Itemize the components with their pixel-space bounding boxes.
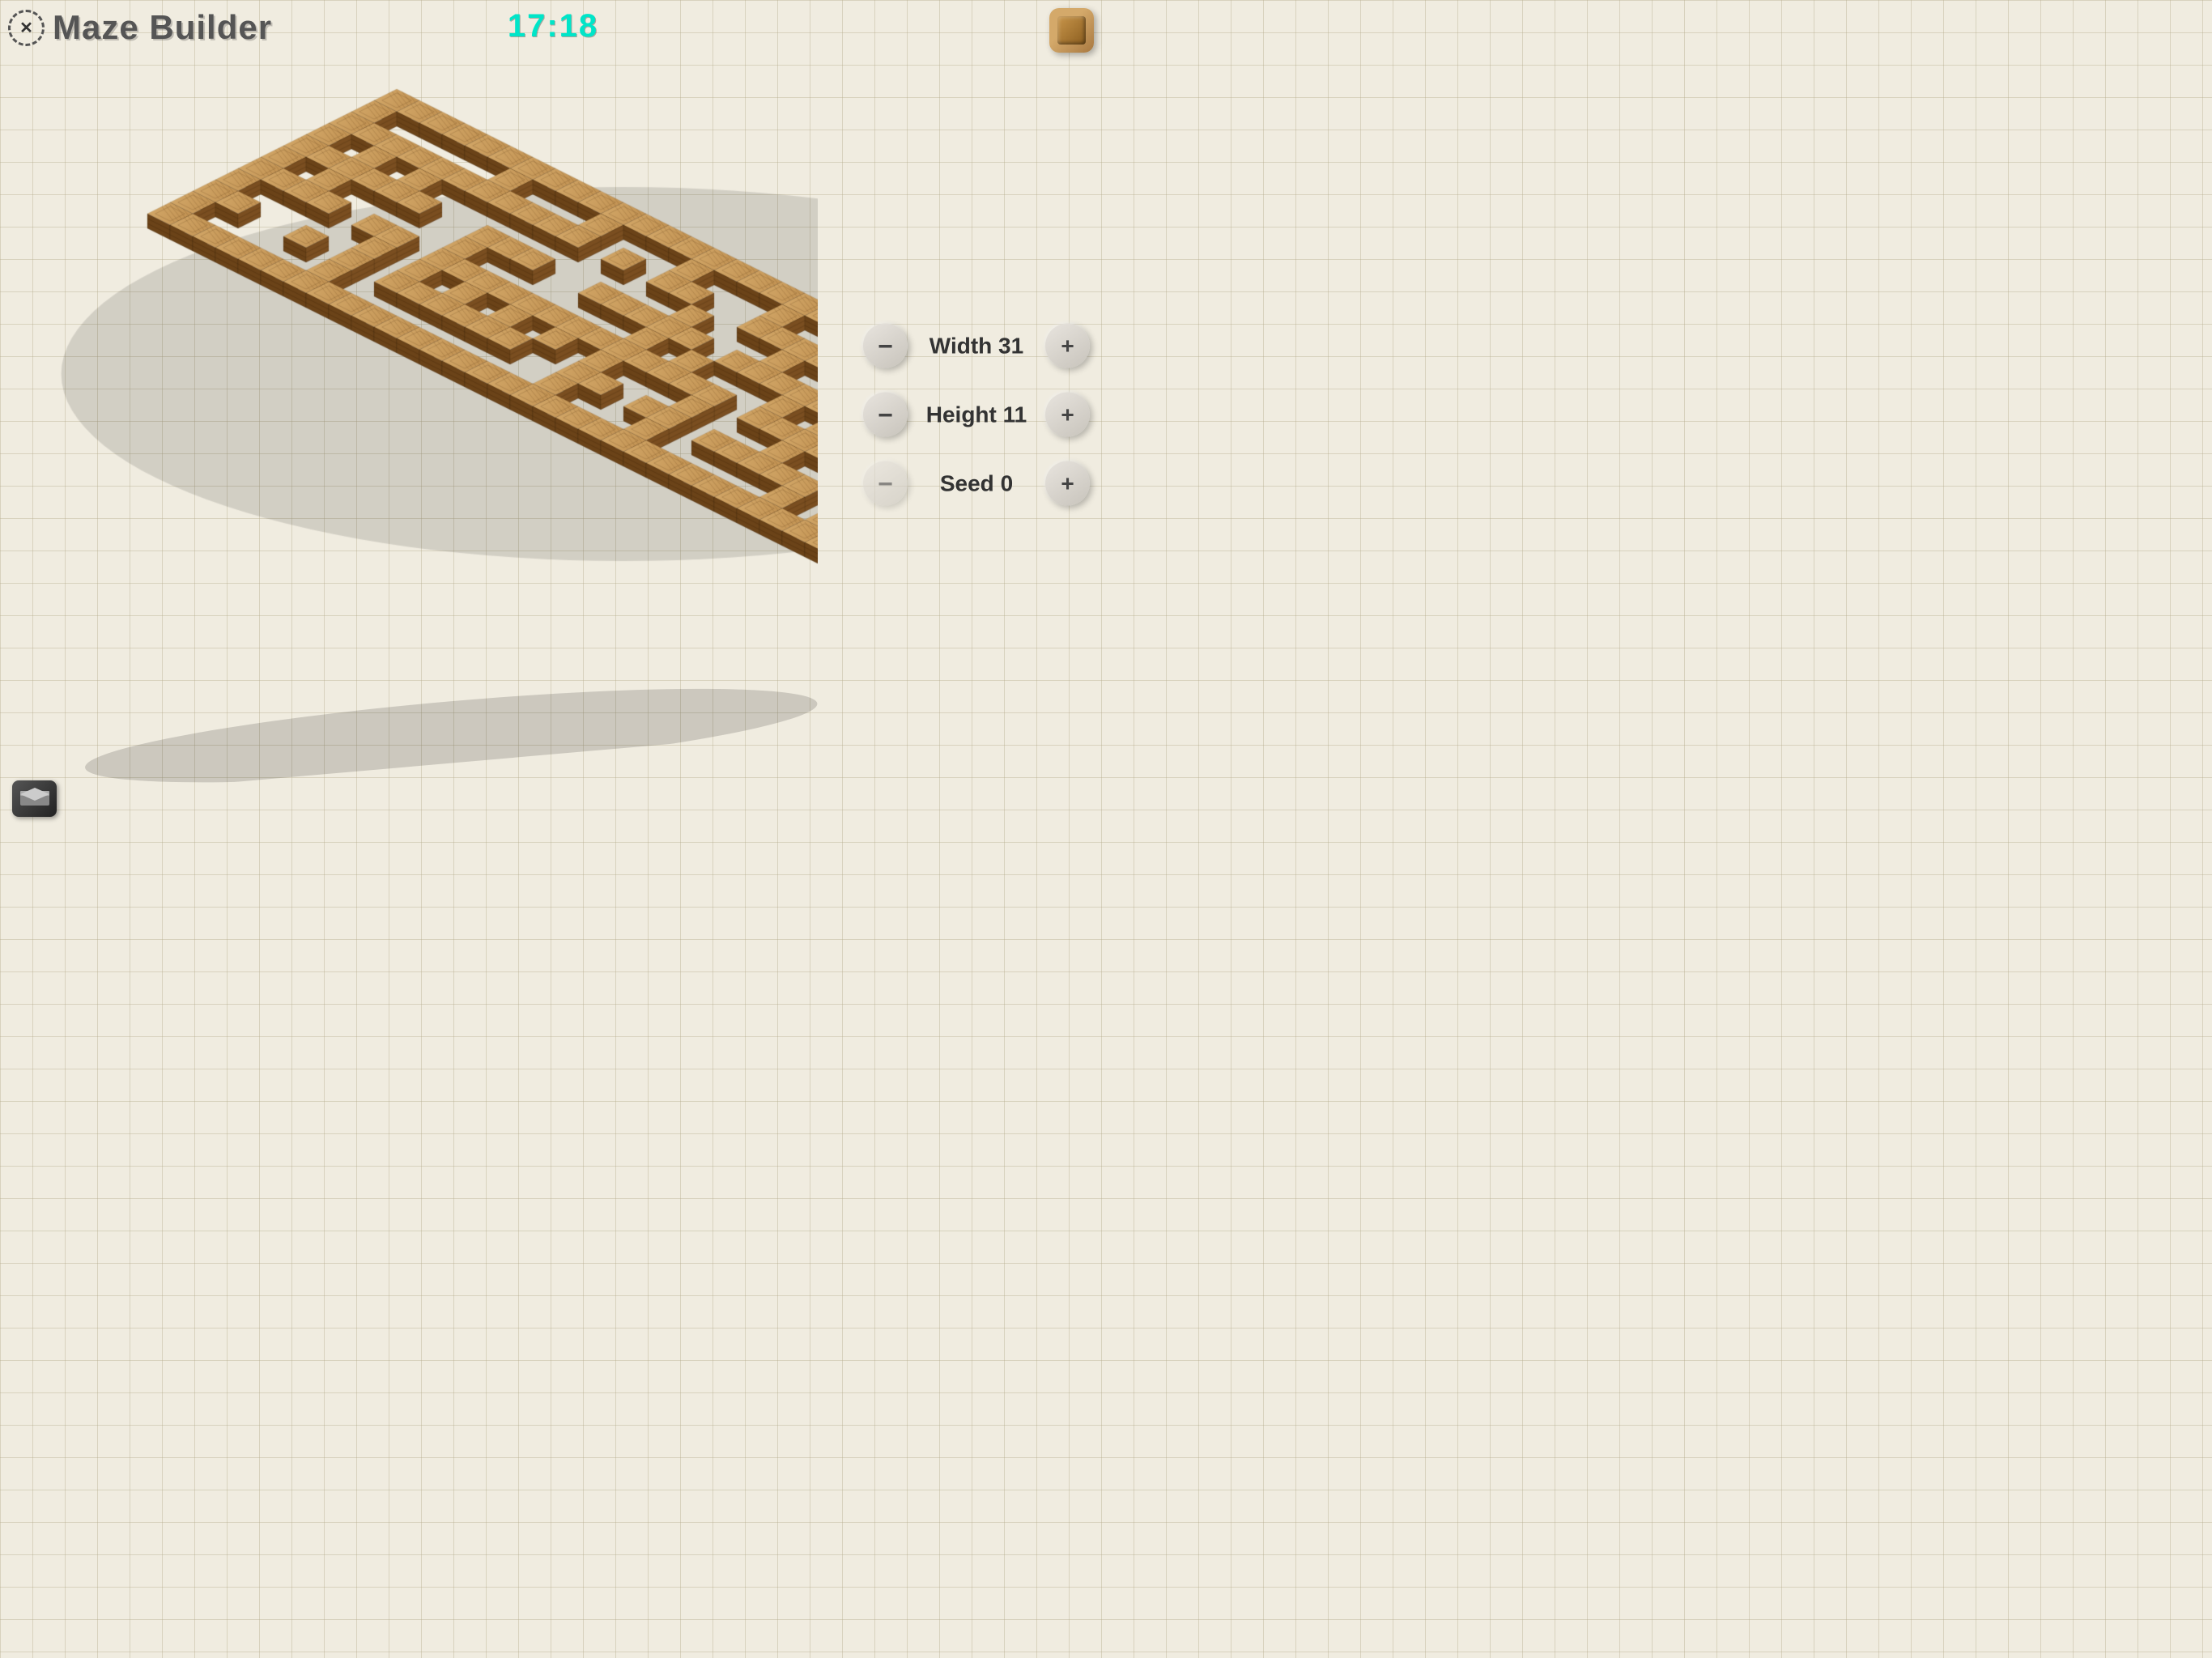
seed-plus-button[interactable]: + bbox=[1045, 461, 1090, 506]
block-icon-inner bbox=[1057, 16, 1086, 45]
width-control-row: − Width 31 + bbox=[863, 324, 1090, 368]
block-icon-button[interactable] bbox=[1049, 8, 1094, 53]
width-plus-button[interactable]: + bbox=[1045, 324, 1090, 368]
height-label: Height 11 bbox=[920, 402, 1033, 427]
controls-panel: − Width 31 + − Height 11 + − Seed 0 + bbox=[863, 324, 1090, 506]
seed-minus-button[interactable]: − bbox=[863, 461, 908, 506]
width-minus-button[interactable]: − bbox=[863, 324, 908, 368]
height-plus-button[interactable]: + bbox=[1045, 393, 1090, 437]
bottom-block-icon[interactable] bbox=[12, 780, 57, 817]
maze-canvas bbox=[8, 24, 818, 729]
maze-viewport bbox=[8, 24, 818, 769]
height-minus-button[interactable]: − bbox=[863, 393, 908, 437]
seed-label: Seed 0 bbox=[920, 470, 1033, 496]
height-control-row: − Height 11 + bbox=[863, 393, 1090, 437]
width-label: Width 31 bbox=[920, 333, 1033, 359]
bottom-icon-svg bbox=[19, 786, 51, 812]
seed-control-row: − Seed 0 + bbox=[863, 461, 1090, 506]
